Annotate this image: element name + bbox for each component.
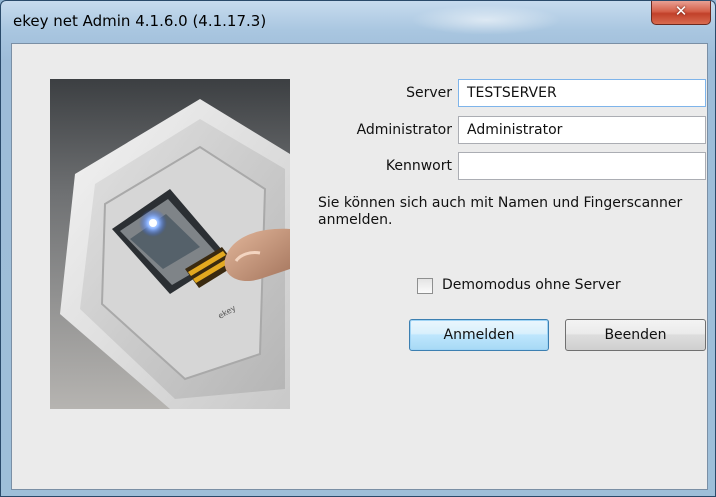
administrator-label: Administrator xyxy=(356,122,452,138)
fingerprint-scanner-icon: ekey xyxy=(50,79,290,409)
login-button[interactable]: Anmelden xyxy=(409,319,549,351)
fingerprint-scanner-image: ekey xyxy=(50,79,290,409)
close-button[interactable]: ✕ xyxy=(651,1,711,25)
administrator-field[interactable]: Administrator xyxy=(458,116,706,144)
fingerscanner-hint: Sie können sich auch mit Namen und Finge… xyxy=(318,195,683,228)
password-field[interactable] xyxy=(458,152,706,180)
window-title: ekey net Admin 4.1.6.0 (4.1.17.3) xyxy=(13,12,267,30)
dialog-body: ekey Server TESTSERVER Administrator Adm… xyxy=(11,43,708,490)
exit-button[interactable]: Beenden xyxy=(565,319,706,351)
title-bar[interactable]: ekey net Admin 4.1.6.0 (4.1.17.3) ✕ xyxy=(1,1,715,41)
password-label: Kennwort xyxy=(385,158,452,174)
demo-mode-checkbox[interactable] xyxy=(417,278,433,294)
server-field[interactable]: TESTSERVER xyxy=(458,79,706,107)
login-window: ekey net Admin 4.1.6.0 (4.1.17.3) ✕ ekey… xyxy=(0,0,716,497)
server-label: Server xyxy=(406,85,452,101)
close-icon: ✕ xyxy=(674,2,688,20)
demo-mode-label[interactable]: Demomodus ohne Server xyxy=(442,277,621,293)
